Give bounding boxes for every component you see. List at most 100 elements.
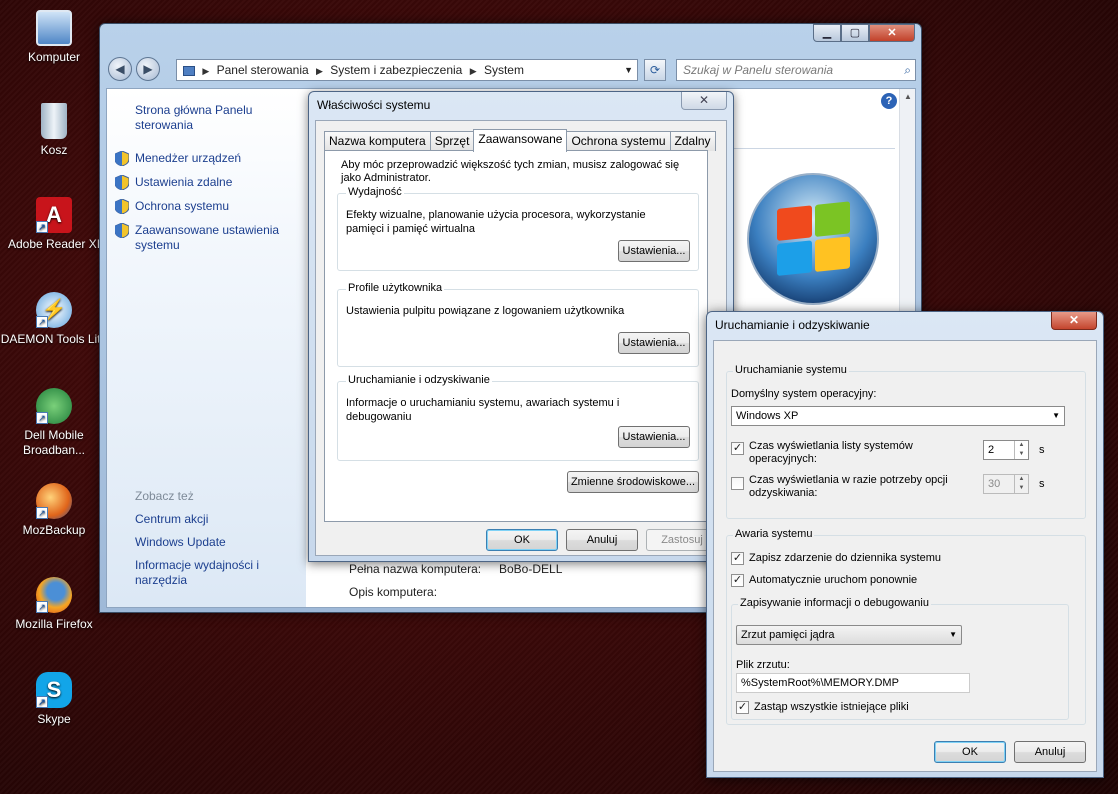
mozbackup-icon: ↗ (36, 483, 72, 519)
minimize-button[interactable]: ▁ (813, 24, 841, 42)
overwrite-files-checkbox[interactable]: ✓ (736, 701, 749, 714)
show-recovery-options-checkbox[interactable] (731, 477, 744, 490)
tab-computer-name[interactable]: Nazwa komputera (324, 131, 431, 151)
tab-remote[interactable]: Zdalny (669, 131, 716, 151)
breadcrumb-item[interactable]: System (484, 63, 524, 77)
ok-button[interactable]: OK (934, 741, 1006, 763)
search-input[interactable]: Szukaj w Panelu sterowania ⌕ (676, 59, 916, 81)
group-description: Ustawienia pulpitu powiązane z logowanie… (346, 305, 625, 317)
forward-button[interactable]: ▶ (136, 57, 160, 81)
close-icon[interactable]: ✕ (681, 92, 727, 110)
dump-type-select[interactable]: Zrzut pamięci jądra ▼ (736, 625, 962, 645)
group-description: Efekty wizualne, planowanie użycia proce… (346, 209, 646, 235)
sidebar-item-advanced-settings[interactable]: Zaawansowane ustawienia systemu (135, 223, 285, 253)
breadcrumb-item[interactable]: Panel sterowania (217, 63, 309, 77)
tab-strip: Nazwa komputera Sprzęt Zaawansowane Ochr… (324, 129, 716, 152)
ok-button[interactable]: OK (486, 529, 558, 551)
maximize-button[interactable]: ▢ (841, 24, 869, 42)
stepper-arrows-icon[interactable]: ▲ ▼ (1014, 441, 1028, 459)
window-controls: ▁ ▢ ✕ (813, 24, 915, 42)
group-label: Wydajność (346, 186, 404, 198)
control-panel-home-link[interactable]: Strona główna Panelu sterowania (135, 103, 275, 133)
show-os-list-checkbox[interactable]: ✓ (731, 442, 744, 455)
desktop-icon-skype[interactable]: S ↗ Skype (0, 672, 108, 727)
dump-file-label: Plik zrzutu: (736, 659, 790, 671)
computer-description-label: Opis komputera: (349, 585, 438, 599)
os-list-time-stepper[interactable]: 2 ▲ ▼ (983, 440, 1029, 460)
system-failure-group: Awaria systemu ✓ Zapisz zdarzenie do dzi… (726, 528, 1086, 725)
desktop-icon-dell-broadband[interactable]: ↗ Dell Mobile Broadban... (0, 388, 108, 458)
performance-group: Wydajność Efekty wizualne, planowanie uż… (337, 186, 699, 271)
windows-logo (747, 173, 879, 305)
help-icon[interactable]: ? (881, 93, 897, 109)
dell-broadband-icon: ↗ (36, 388, 72, 424)
stepper-arrows-icon[interactable]: ▲ ▼ (1014, 475, 1028, 493)
debug-info-group: Zapisywanie informacji o debugowaniu Zrz… (731, 597, 1069, 720)
see-also-performance-tools[interactable]: Informacje wydajności i narzędzia (135, 558, 285, 588)
dump-file-input[interactable]: %SystemRoot%\MEMORY.DMP (736, 673, 970, 693)
auto-restart-label: Automatycznie uruchom ponownie (749, 574, 918, 586)
user-profiles-group: Profile użytkownika Ustawienia pulpitu p… (337, 282, 699, 367)
startup-recovery-settings-button[interactable]: Ustawienia... (618, 426, 690, 448)
cancel-button[interactable]: Anuluj (1014, 741, 1086, 763)
close-icon[interactable]: ✕ (1051, 312, 1097, 330)
unit-label: s (1039, 478, 1045, 490)
group-label: Uruchamianie i odzyskiwanie (346, 374, 492, 386)
desktop-icon-computer[interactable]: Komputer (0, 10, 108, 65)
firefox-icon: ↗ (36, 577, 72, 613)
shield-icon (114, 150, 130, 167)
desktop-icon-mozbackup[interactable]: ↗ MozBackup (0, 483, 108, 538)
write-event-checkbox[interactable]: ✓ (731, 552, 744, 565)
group-label: Profile użytkownika (346, 282, 445, 294)
control-panel-icon (183, 65, 195, 76)
group-description: Informacje o uruchamianiu systemu, awari… (346, 397, 620, 423)
default-os-label: Domyślny system operacyjny: (731, 388, 877, 400)
overwrite-files-label: Zastąp wszystkie istniejące pliki (754, 701, 909, 713)
unit-label: s (1039, 444, 1045, 456)
computer-name-value: BoBo-DELL (499, 562, 563, 576)
scroll-up-icon[interactable]: ▲ (900, 89, 916, 105)
chevron-down-icon: ▼ (1052, 411, 1060, 420)
desktop-icon-recycle-bin[interactable]: Kosz (0, 103, 108, 158)
search-icon[interactable]: ⌕ (904, 60, 911, 80)
group-label: Uruchamianie systemu (733, 364, 849, 376)
tab-hardware[interactable]: Sprzęt (429, 131, 475, 151)
see-also-heading: Zobacz też (135, 489, 194, 503)
performance-settings-button[interactable]: Ustawienia... (618, 240, 690, 262)
sidebar-item-device-manager[interactable]: Menedżer urządzeń (135, 151, 241, 166)
admin-note: Aby móc przeprowadzić większość tych zmi… (341, 159, 680, 184)
desktop-icon-firefox[interactable]: ↗ Mozilla Firefox (0, 577, 108, 632)
group-label: Awaria systemu (733, 528, 815, 540)
cancel-button[interactable]: Anuluj (566, 529, 638, 551)
dialog-title: Uruchamianie i odzyskiwanie (715, 318, 870, 332)
see-also-windows-update[interactable]: Windows Update (135, 535, 226, 550)
tab-system-protection[interactable]: Ochrona systemu (566, 131, 671, 151)
divider (727, 148, 895, 149)
user-profiles-settings-button[interactable]: Ustawienia... (618, 332, 690, 354)
advanced-tab-panel: Aby móc przeprowadzić większość tych zmi… (324, 150, 708, 522)
recovery-time-stepper[interactable]: 30 ▲ ▼ (983, 474, 1029, 494)
tab-advanced[interactable]: Zaawansowane (473, 129, 568, 152)
close-button[interactable]: ✕ (869, 24, 915, 42)
sidebar-item-remote-settings[interactable]: Ustawienia zdalne (135, 175, 232, 190)
shield-icon (114, 198, 130, 215)
desktop-icon-daemon-tools[interactable]: ⚡ ↗ DAEMON Tools Lite (0, 292, 108, 347)
sidebar-item-system-protection[interactable]: Ochrona systemu (135, 199, 229, 214)
system-startup-group: Uruchamianie systemu Domyślny system ope… (726, 364, 1086, 519)
system-properties-dialog: Właściwości systemu ✕ Nazwa komputera Sp… (308, 91, 734, 562)
chevron-down-icon[interactable]: ▼ (624, 60, 633, 80)
refresh-button[interactable]: ⟳ (644, 59, 666, 81)
back-button[interactable]: ◀ (108, 57, 132, 81)
adobe-reader-icon: A ↗ (36, 197, 72, 233)
breadcrumb-item[interactable]: System i zabezpieczenia (330, 63, 462, 77)
recycle-bin-icon (41, 103, 67, 139)
daemon-tools-icon: ⚡ ↗ (36, 292, 72, 328)
environment-variables-button[interactable]: Zmienne środowiskowe... (567, 471, 699, 493)
write-event-label: Zapisz zdarzenie do dziennika systemu (749, 552, 941, 564)
navigation-bar: ◀ ▶ ▶ Panel sterowania ▶ System i zabezp… (108, 57, 916, 83)
default-os-select[interactable]: Windows XP ▼ (731, 406, 1065, 426)
auto-restart-checkbox[interactable]: ✓ (731, 574, 744, 587)
see-also-action-center[interactable]: Centrum akcji (135, 512, 208, 527)
desktop-icon-adobe-reader[interactable]: A ↗ Adobe Reader XI (0, 197, 108, 252)
address-bar[interactable]: ▶ Panel sterowania ▶ System i zabezpiecz… (176, 59, 638, 81)
